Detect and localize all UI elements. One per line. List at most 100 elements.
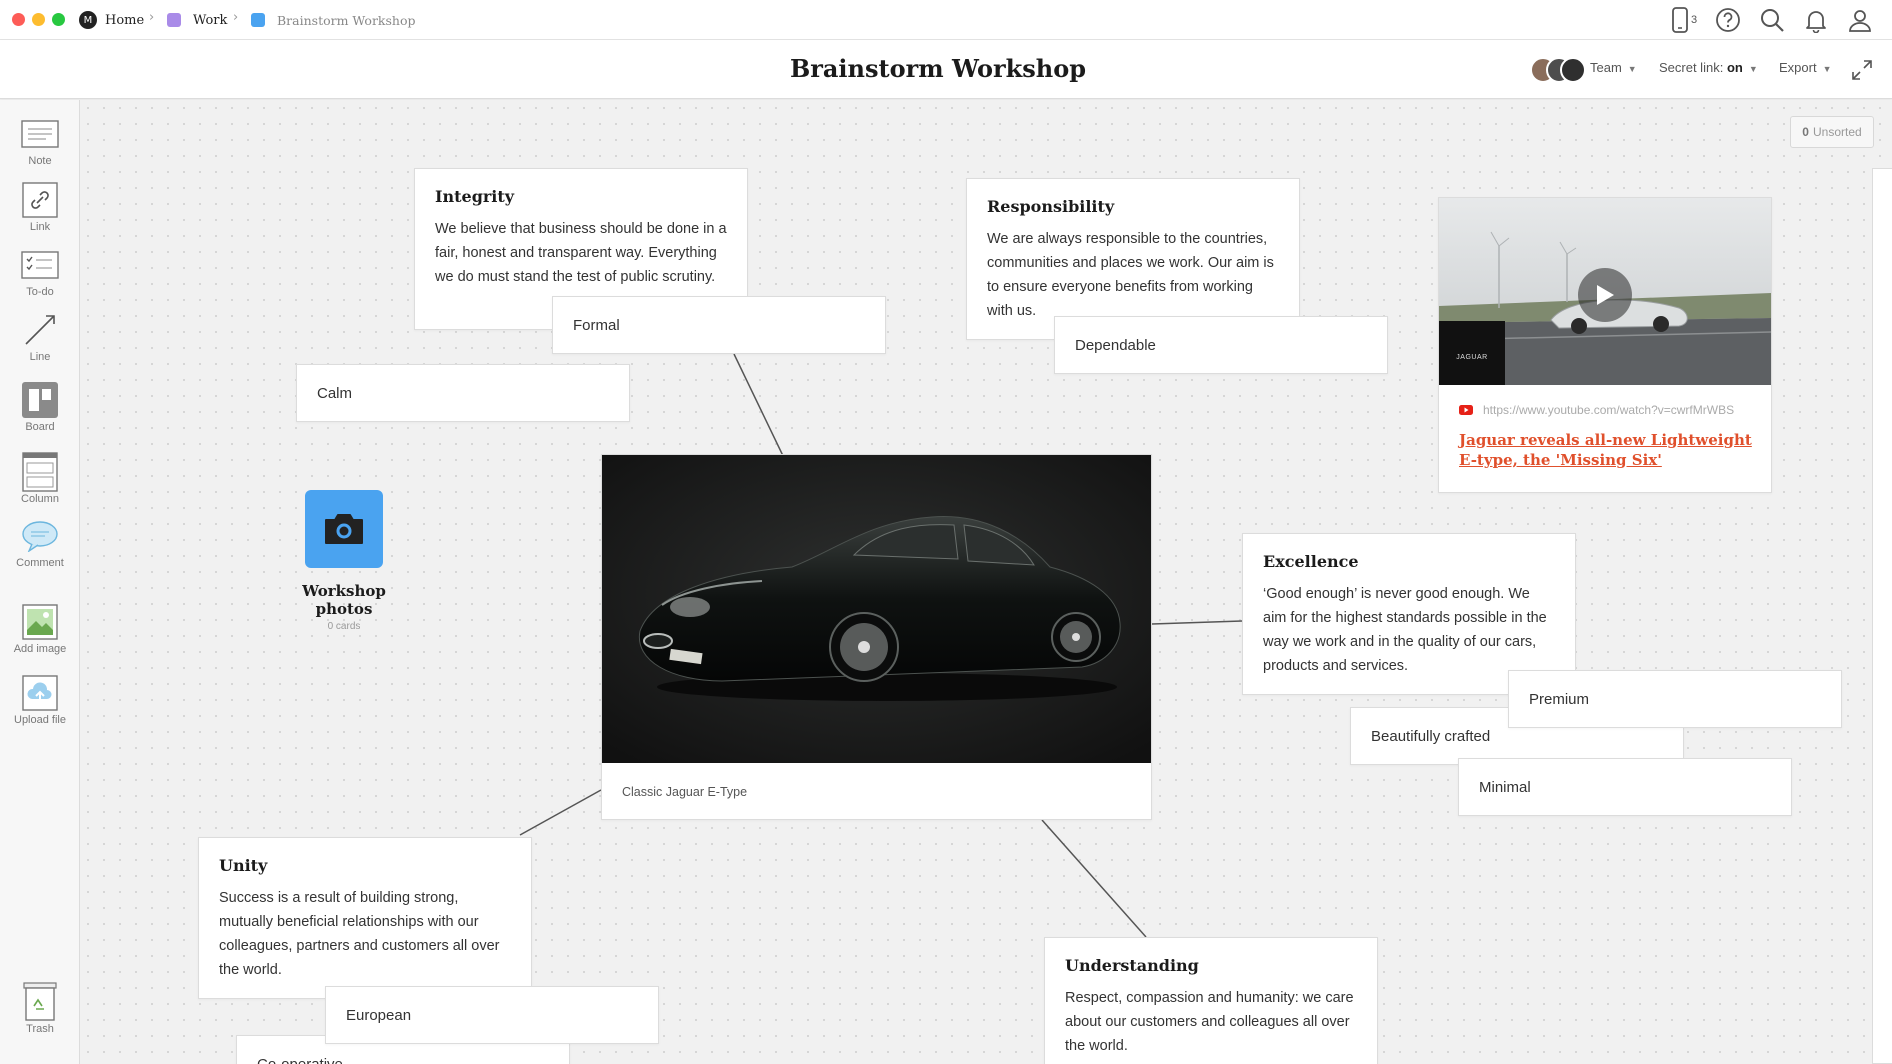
tool-label: Link (29, 221, 51, 233)
search-icon (1761, 9, 1784, 32)
connector-line[interactable] (1151, 620, 1243, 625)
comment-icon (22, 521, 58, 552)
tool-upload-file[interactable]: Upload file (0, 675, 80, 726)
tool-board[interactable]: Board (0, 382, 80, 433)
breadcrumb-home-label: Home (105, 12, 145, 28)
play-icon (1597, 285, 1614, 305)
breadcrumb-home[interactable]: M Home (79, 11, 144, 29)
tool-column[interactable]: Column (0, 452, 80, 505)
expand-icon (1852, 60, 1872, 80)
board-header: Brainstorm Workshop Team ▼ Secret link: o… (0, 40, 1892, 99)
export-dropdown[interactable]: Export ▼ (1779, 60, 1832, 75)
connector-line[interactable] (733, 353, 786, 461)
video-url: https://www.youtube.com/watch?v=cwrfMrWB… (1483, 403, 1735, 417)
notifications-button[interactable] (1802, 6, 1830, 34)
avatar[interactable] (1560, 57, 1586, 83)
tool-todo[interactable]: To-do (0, 249, 80, 298)
tag-card-formal[interactable]: Formal (552, 296, 886, 354)
window-titlebar: M Home › Work › Brainstorm Workshop 3 (0, 0, 1892, 40)
board-canvas[interactable]: 0 Unsorted Integrity We believe that bus… (80, 100, 1892, 1064)
fullscreen-button[interactable] (1848, 56, 1876, 84)
car-photo-image (602, 455, 1151, 763)
note-text: ‘Good enough’ is never good enough. We a… (1263, 586, 1547, 674)
tool-note[interactable]: Note (0, 118, 80, 167)
tag-card-calm[interactable]: Calm (296, 364, 630, 422)
breadcrumb-current-label: Brainstorm Workshop (277, 12, 416, 28)
board-workshop-photos[interactable]: Workshop photos 0 cards (286, 490, 402, 632)
link-icon (22, 182, 58, 218)
note-icon (21, 120, 59, 148)
help-button[interactable] (1714, 6, 1742, 34)
connector-line[interactable] (1041, 819, 1147, 938)
user-icon (1849, 10, 1871, 32)
minimize-window-button[interactable] (32, 13, 45, 26)
devices-button[interactable]: 3 (1664, 6, 1704, 34)
secret-link-label: Secret link: (1659, 60, 1724, 75)
tag-text: Co-operative (257, 1056, 343, 1064)
column-icon (22, 452, 58, 492)
tool-add-image[interactable]: Add image (0, 604, 80, 655)
video-card[interactable]: JAGUAR https://www.youtube.com/watch?v=c… (1438, 197, 1772, 493)
note-text: Success is a result of building strong, … (219, 890, 500, 978)
tool-label: Upload file (14, 714, 66, 726)
note-title: Understanding (1065, 956, 1199, 975)
close-window-button[interactable] (12, 13, 25, 26)
connector-line[interactable] (519, 789, 602, 836)
tag-card-premium[interactable]: Premium (1508, 670, 1842, 728)
board-card-count: 0 cards (327, 621, 361, 632)
video-thumbnail[interactable]: JAGUAR (1439, 198, 1771, 385)
tool-line[interactable]: Line (0, 314, 80, 363)
note-card-understanding[interactable]: Understanding Respect, compassion and hu… (1044, 937, 1378, 1064)
board-title: Workshop photos (302, 582, 386, 618)
export-label: Export (1779, 60, 1817, 75)
video-brand-logo: JAGUAR (1456, 354, 1488, 361)
work-board-icon (167, 13, 181, 27)
camera-icon (325, 514, 363, 544)
unsorted-button[interactable]: 0 Unsorted (1790, 116, 1874, 148)
tag-card-minimal[interactable]: Minimal (1458, 758, 1792, 816)
tool-label: Trash (26, 1023, 54, 1035)
chevron-right-icon: › (233, 10, 239, 25)
zoom-window-button[interactable] (52, 13, 65, 26)
tag-card-european[interactable]: European (325, 986, 659, 1044)
phone-icon (1672, 7, 1688, 33)
caret-down-icon: ▼ (1748, 64, 1758, 74)
secret-link-dropdown[interactable]: Secret link: on ▼ (1659, 60, 1758, 75)
tool-label: Line (29, 351, 51, 363)
trash-icon (23, 982, 57, 1021)
tag-text: Minimal (1479, 778, 1531, 796)
note-card-unity[interactable]: Unity Success is a result of building st… (198, 837, 532, 999)
video-title-link[interactable]: Jaguar reveals all-new Lightweight E-typ… (1459, 430, 1759, 470)
note-title: Responsibility (987, 197, 1115, 216)
note-text: Respect, compassion and humanity: we car… (1065, 990, 1354, 1054)
breadcrumb-work-label: Work (193, 12, 228, 28)
search-button[interactable] (1758, 6, 1786, 34)
play-button[interactable] (1578, 268, 1632, 322)
trash-button[interactable]: Trash (0, 982, 80, 1035)
secret-link-value: on (1726, 60, 1743, 75)
image-caption: Classic Jaguar E-Type (622, 785, 748, 799)
breadcrumb-work[interactable]: Work (167, 11, 227, 29)
caret-down-icon: ▼ (1822, 64, 1832, 74)
tag-text: Beautifully crafted (1371, 727, 1491, 745)
tag-text: Calm (317, 384, 353, 402)
car-photo[interactable] (602, 455, 1151, 763)
bell-icon (1806, 11, 1826, 33)
line-icon (25, 315, 55, 345)
note-text: We believe that business should be done … (435, 221, 727, 285)
image-card-jaguar[interactable]: Classic Jaguar E-Type (601, 454, 1152, 820)
tool-label: Column (21, 493, 59, 505)
account-button[interactable] (1846, 6, 1874, 34)
team-dropdown[interactable]: Team ▼ (1590, 60, 1637, 75)
board-thumbnail[interactable] (305, 490, 383, 568)
offscreen-column[interactable] (1872, 168, 1892, 1064)
note-title: Integrity (435, 187, 515, 206)
youtube-icon (1459, 405, 1473, 415)
breadcrumb-current[interactable]: Brainstorm Workshop (251, 11, 416, 29)
tag-text: European (346, 1006, 412, 1024)
tool-label: Comment (16, 557, 64, 569)
device-count: 3 (1690, 14, 1698, 26)
tool-comment[interactable]: Comment (0, 520, 80, 569)
tool-link[interactable]: Link (0, 182, 80, 233)
tag-card-dependable[interactable]: Dependable (1054, 316, 1388, 374)
